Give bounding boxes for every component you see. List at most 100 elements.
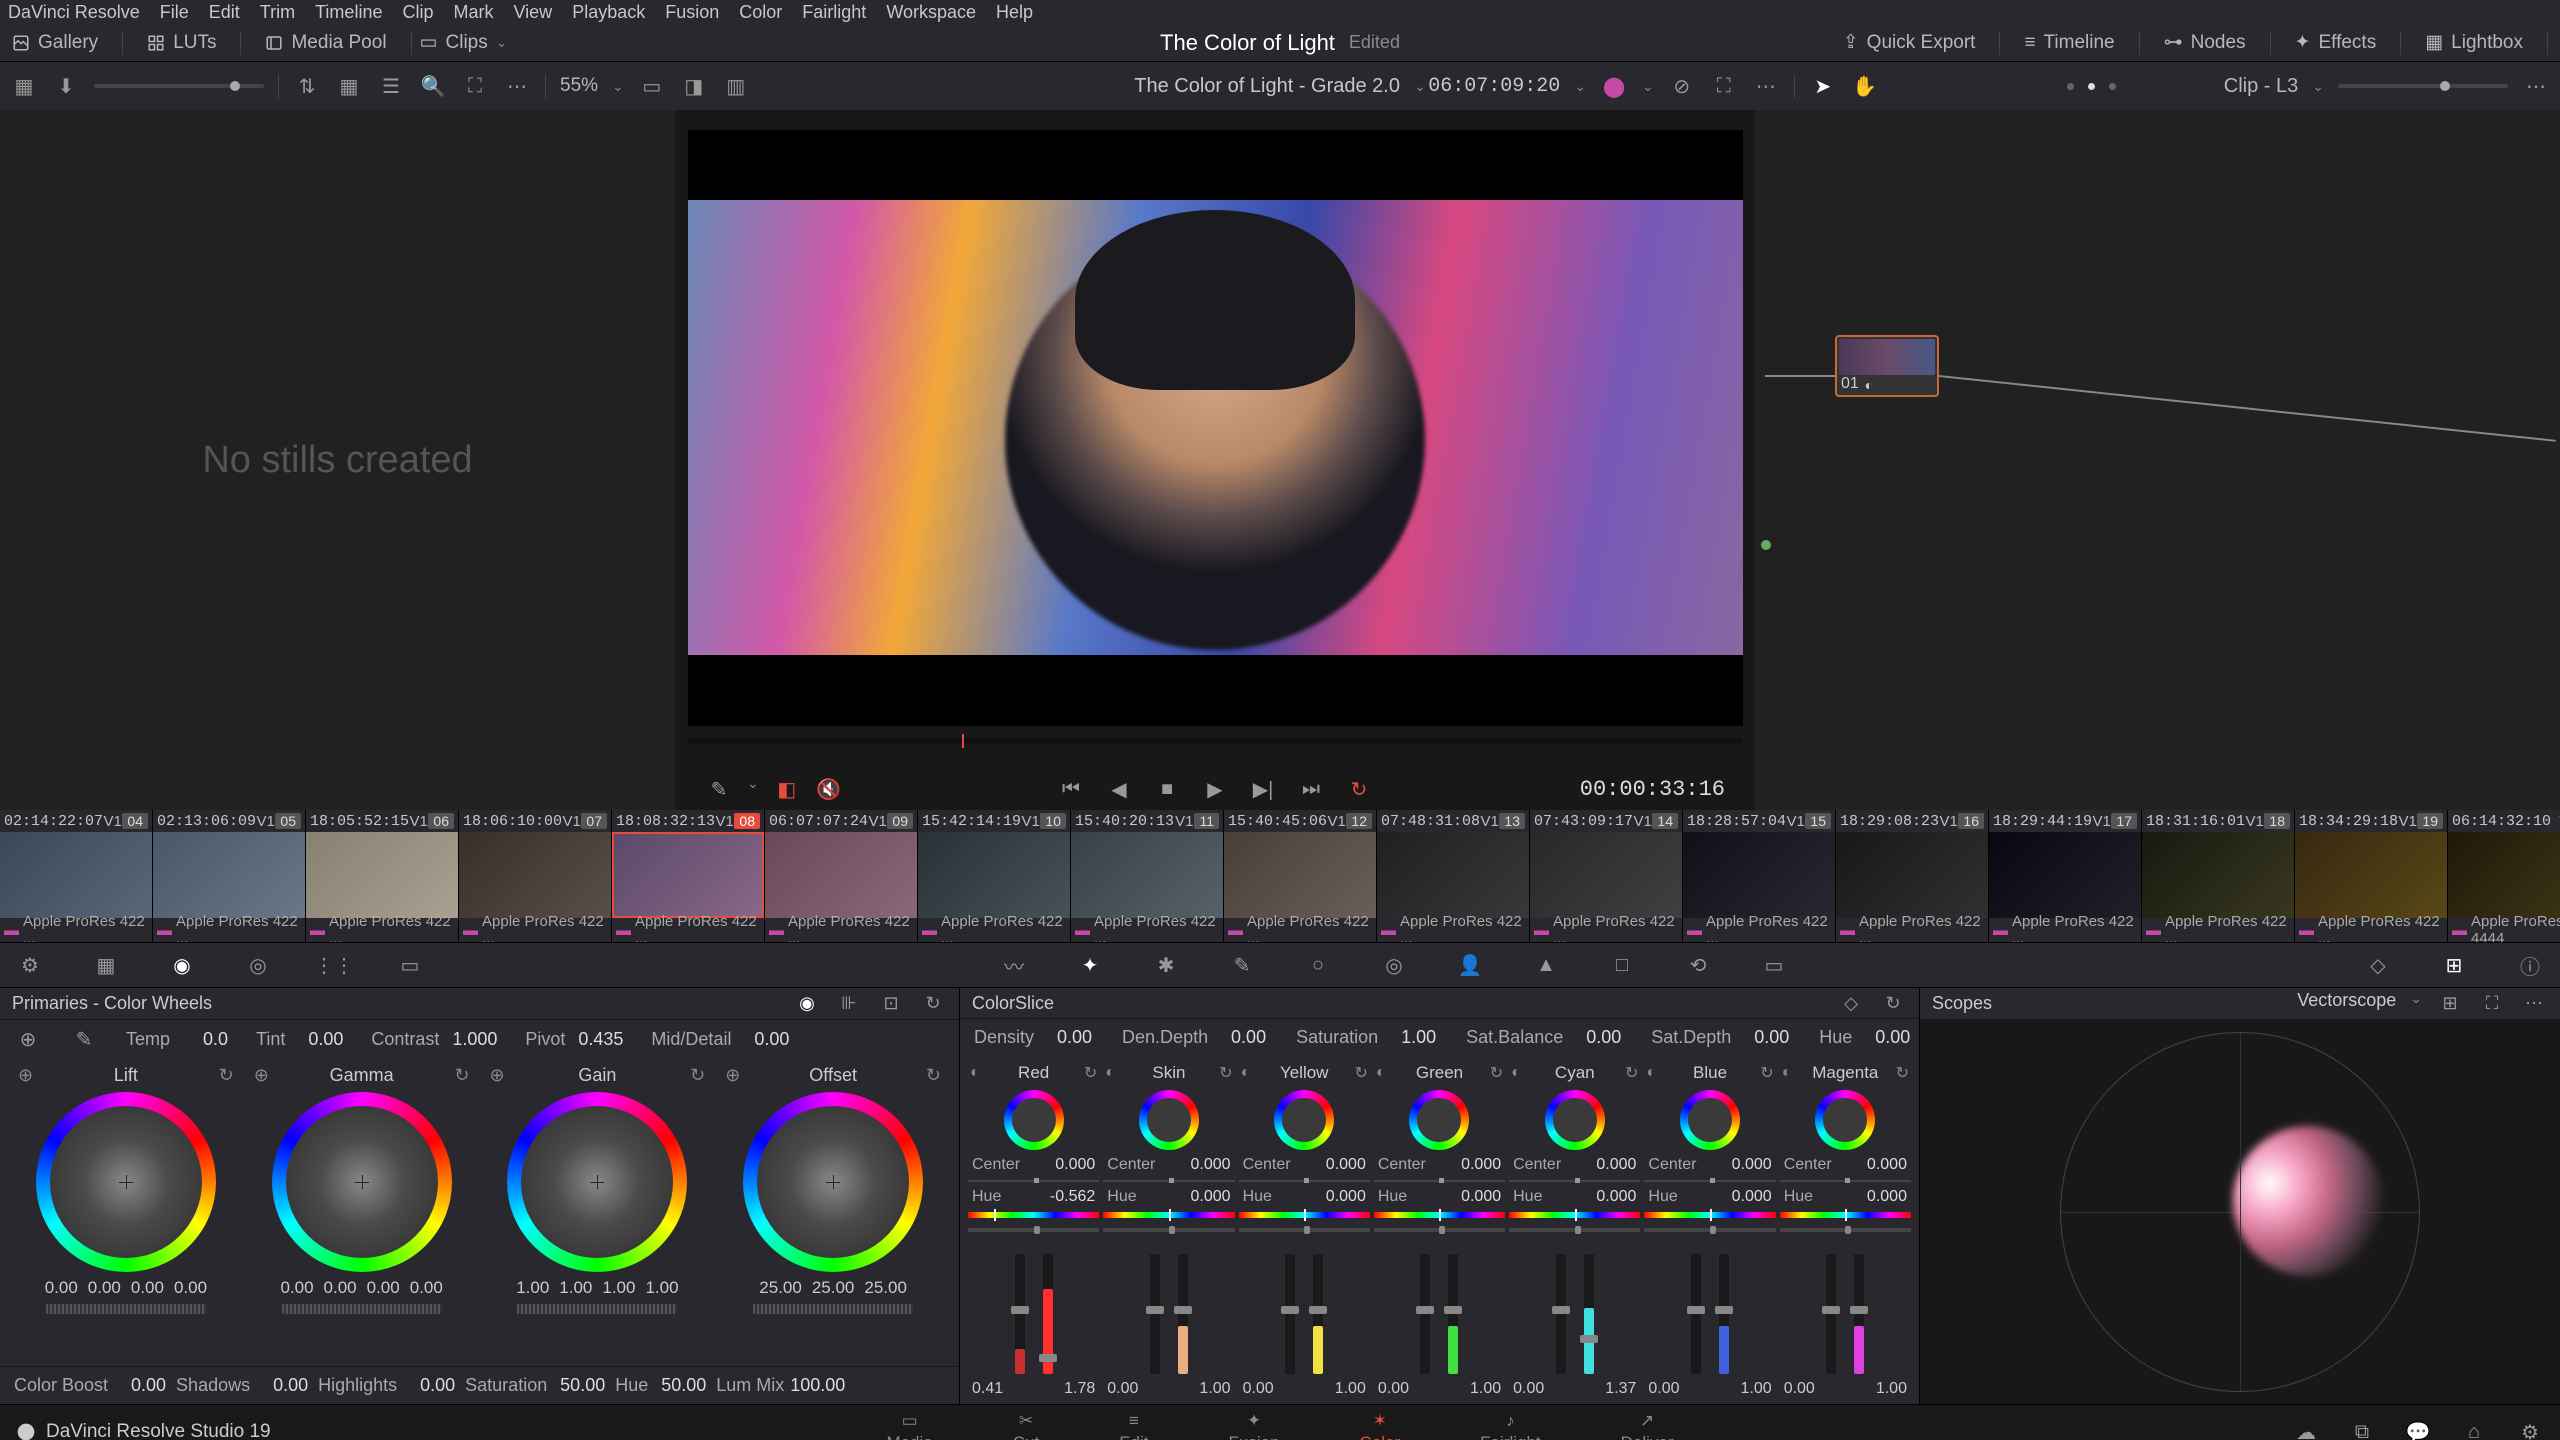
- den-slider[interactable]: [1584, 1254, 1594, 1374]
- hue-bar[interactable]: [1103, 1212, 1234, 1218]
- sat-slider[interactable]: [1420, 1254, 1430, 1374]
- den-slider[interactable]: [1448, 1254, 1458, 1374]
- reset-colorslice-icon[interactable]: ↻: [1879, 989, 1907, 1017]
- menu-view[interactable]: View: [513, 2, 552, 23]
- clip-thumb[interactable]: 02:14:22:07V104▬Apple ProRes 422 ...: [0, 810, 153, 942]
- clip-thumb[interactable]: 18:05:52:15V106▬Apple ProRes 422 ...: [306, 810, 459, 942]
- curves-icon[interactable]: 〰: [996, 947, 1032, 983]
- sat-slider[interactable]: [1015, 1254, 1025, 1374]
- hue-bar[interactable]: [1239, 1212, 1370, 1218]
- param-hue[interactable]: Hue50.00: [615, 1375, 706, 1396]
- grid-icon[interactable]: ▦: [335, 72, 363, 100]
- hue-bar[interactable]: [968, 1212, 1099, 1218]
- mute-icon[interactable]: 🔇: [815, 775, 843, 803]
- master-wheel[interactable]: [517, 1304, 677, 1314]
- param-shadows[interactable]: Shadows0.00: [176, 1375, 308, 1396]
- last-frame-button[interactable]: ⏭: [1297, 775, 1325, 803]
- menu-davinciresolve[interactable]: DaVinci Resolve: [8, 2, 140, 23]
- viewer-scrubber[interactable]: [688, 738, 1743, 744]
- slice-wheel[interactable]: [1409, 1090, 1469, 1150]
- clip-thumb[interactable]: 18:28:57:04V115▬Apple ProRes 422 ...: [1683, 810, 1836, 942]
- clip-thumb[interactable]: 07:48:31:08V113▬Apple ProRes 422 ...: [1377, 810, 1530, 942]
- next-frame-button[interactable]: ▶|: [1249, 775, 1277, 803]
- search-icon[interactable]: 🔍: [419, 72, 447, 100]
- slice-wheel[interactable]: [1680, 1090, 1740, 1150]
- motion-effects-icon[interactable]: ▭: [392, 947, 428, 983]
- quickexport-toggle[interactable]: ⇪Quick Export: [1843, 31, 1976, 54]
- scopes-toggle-icon[interactable]: ⊞: [2436, 947, 2472, 983]
- slice-wheel[interactable]: [1139, 1090, 1199, 1150]
- split-icon[interactable]: ◧: [773, 775, 801, 803]
- master-wheel[interactable]: [46, 1304, 206, 1314]
- picker-primaries-icon[interactable]: ✎: [70, 1025, 98, 1053]
- slice-wheel[interactable]: [1274, 1090, 1334, 1150]
- param-colorboost[interactable]: Color Boost0.00: [14, 1375, 166, 1396]
- page-fairlight[interactable]: ♪Fairlight: [1480, 1411, 1540, 1440]
- timeline-name[interactable]: The Color of Light - Grade 2.0: [1134, 75, 1400, 98]
- window-icon[interactable]: ○: [1300, 947, 1336, 983]
- page-color[interactable]: ✶Color: [1360, 1411, 1401, 1440]
- page-deliver[interactable]: ↗Deliver: [1621, 1411, 1674, 1440]
- keyframe-icon[interactable]: ◇: [2360, 947, 2396, 983]
- camera-raw-icon[interactable]: ⚙: [12, 947, 48, 983]
- param-highlights[interactable]: Highlights0.00: [318, 1375, 455, 1396]
- gallery-slider[interactable]: [94, 84, 264, 88]
- chat-icon[interactable]: 💬: [2404, 1418, 2432, 1440]
- menu-mark[interactable]: Mark: [453, 2, 493, 23]
- page-cut[interactable]: ✂Cut: [1013, 1411, 1039, 1440]
- param-contrast[interactable]: Contrast1.000: [371, 1029, 497, 1050]
- cs-param-density[interactable]: Density0.00: [974, 1027, 1092, 1048]
- node-graph[interactable]: 01 ◐: [1755, 110, 2560, 810]
- cs-param-saturation[interactable]: Saturation1.00: [1296, 1027, 1436, 1048]
- log-mode-icon[interactable]: ⊡: [877, 990, 905, 1018]
- den-slider[interactable]: [1719, 1254, 1729, 1374]
- project-settings-icon[interactable]: ⚙: [2516, 1418, 2544, 1440]
- clip-thumb[interactable]: 18:34:29:18V119▬Apple ProRes 422 ...: [2295, 810, 2448, 942]
- den-slider[interactable]: [1043, 1254, 1053, 1374]
- scope-layout-icon[interactable]: ⊞: [2436, 990, 2464, 1018]
- master-wheel[interactable]: [282, 1304, 442, 1314]
- clip-thumb[interactable]: 18:06:10:00V107▬Apple ProRes 422 ...: [459, 810, 612, 942]
- node-zoom-slider[interactable]: [2338, 84, 2508, 88]
- color-match-icon[interactable]: ▦: [88, 947, 124, 983]
- tracker-icon[interactable]: ◎: [1376, 947, 1412, 983]
- 3d-icon[interactable]: ▭: [1756, 947, 1792, 983]
- list-icon[interactable]: ☰: [377, 72, 405, 100]
- clip-thumb[interactable]: 18:31:16:01V118▬Apple ProRes 422 ...: [2142, 810, 2295, 942]
- primaries-icon[interactable]: ◉: [164, 947, 200, 983]
- sat-slider[interactable]: [1691, 1254, 1701, 1374]
- slice-wheel[interactable]: [1545, 1090, 1605, 1150]
- color-wheel[interactable]: [507, 1092, 687, 1272]
- key-icon[interactable]: □: [1604, 947, 1640, 983]
- page-fusion[interactable]: ✦Fusion: [1229, 1411, 1280, 1440]
- reset-primaries-icon[interactable]: ↻: [919, 990, 947, 1018]
- loop-button[interactable]: ↻: [1345, 775, 1373, 803]
- node-more-icon[interactable]: ⋯: [2522, 72, 2550, 100]
- sort-icon[interactable]: ⇅: [293, 72, 321, 100]
- viewer-image[interactable]: [688, 130, 1743, 726]
- menu-edit[interactable]: Edit: [209, 2, 240, 23]
- viewer-tc[interactable]: 06:07:09:20: [1428, 75, 1560, 98]
- den-slider[interactable]: [1854, 1254, 1864, 1374]
- hue-bar[interactable]: [1509, 1212, 1640, 1218]
- menu-timeline[interactable]: Timeline: [315, 2, 382, 23]
- mediapool-toggle[interactable]: Media Pool: [265, 32, 386, 54]
- flag-icon[interactable]: ⬤: [1600, 72, 1628, 100]
- color-wheel[interactable]: [36, 1092, 216, 1272]
- menu-clip[interactable]: Clip: [402, 2, 433, 23]
- home-icon[interactable]: ⌂: [2460, 1418, 2488, 1440]
- blur-icon[interactable]: ▲: [1528, 947, 1564, 983]
- more-viewer-icon[interactable]: ⋯: [1752, 72, 1780, 100]
- viewmode-a-icon[interactable]: ▭: [638, 72, 666, 100]
- master-wheel[interactable]: [753, 1304, 913, 1314]
- color-wheel[interactable]: [743, 1092, 923, 1272]
- clip-thumb[interactable]: 18:29:44:19V117▬Apple ProRes 422 ...: [1989, 810, 2142, 942]
- clip-thumb[interactable]: 07:43:09:17V114▬Apple ProRes 422 ...: [1530, 810, 1683, 942]
- menu-help[interactable]: Help: [996, 2, 1033, 23]
- play-button[interactable]: ▶: [1201, 775, 1229, 803]
- hand-icon[interactable]: ✋: [1851, 72, 1879, 100]
- param-tint[interactable]: Tint0.00: [256, 1029, 343, 1050]
- rgb-mixer-icon[interactable]: ⋮⋮: [316, 947, 352, 983]
- info-icon[interactable]: ⓘ: [2512, 947, 2548, 983]
- qualifier-icon[interactable]: ✱: [1148, 947, 1184, 983]
